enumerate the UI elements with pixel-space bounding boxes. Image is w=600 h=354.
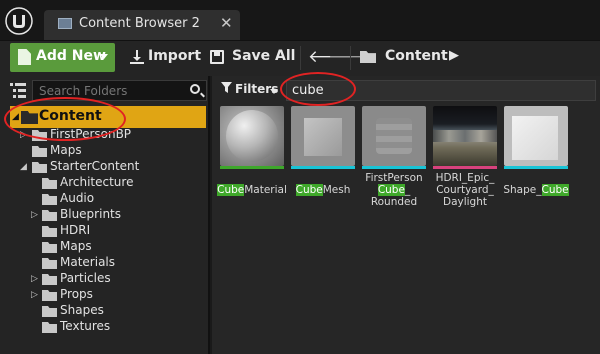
sidebar-item-maps-starter[interactable]: Maps xyxy=(60,239,92,253)
sidebar-item-blueprints[interactable]: Blueprints xyxy=(60,207,121,221)
asset-name-suffix: Mesh xyxy=(322,184,351,196)
chevron-down-icon xyxy=(100,54,108,59)
cube-preview xyxy=(304,118,342,156)
asset-name-suffix: Rounded xyxy=(370,196,418,208)
match-highlight: Cube xyxy=(295,184,323,196)
toolbar-divider xyxy=(350,46,351,70)
sidebar-item-textures[interactable]: Textures xyxy=(60,319,110,333)
breadcrumb-content[interactable]: Content xyxy=(385,48,448,64)
asset-name-line2: Courtyard_ xyxy=(436,184,494,196)
save-all-button[interactable]: Save All xyxy=(232,48,295,64)
sidebar-item-audio[interactable]: Audio xyxy=(60,191,94,205)
sidebar-item-particles[interactable]: Particles xyxy=(60,271,111,285)
cube-preview xyxy=(512,116,558,160)
rounded-cube-preview xyxy=(376,118,412,154)
asset-name-underscore: _ xyxy=(404,184,411,196)
match-highlight: Cube xyxy=(377,184,405,196)
asset-type-bar xyxy=(433,166,497,169)
sphere-preview xyxy=(226,110,278,162)
asset-thumbnail-firstpersoncube[interactable] xyxy=(362,106,426,166)
asset-name-line3: Daylight xyxy=(442,196,487,208)
expand-arrow-icon[interactable]: ▷ xyxy=(31,290,38,300)
chevron-down-icon xyxy=(270,89,278,94)
annotation-circle xyxy=(4,97,126,141)
import-button[interactable]: Import xyxy=(148,48,201,64)
asset-type-bar xyxy=(362,166,426,169)
asset-label-cubemesh[interactable]: CubeMesh xyxy=(282,184,364,196)
import-icon[interactable] xyxy=(130,50,144,64)
filter-icon[interactable] xyxy=(221,82,232,93)
save-icon[interactable] xyxy=(210,50,224,64)
annotation-circle xyxy=(280,72,356,106)
search-icon[interactable] xyxy=(190,84,200,94)
sidebar-item-startercontent[interactable]: StarterContent xyxy=(50,159,139,173)
hdri-preview xyxy=(433,130,497,142)
sidebar-item-props[interactable]: Props xyxy=(60,287,93,301)
asset-name-prefix: Shape_ xyxy=(503,184,542,196)
tab-label: Content Browser 2 xyxy=(79,16,200,31)
unreal-logo-icon xyxy=(5,7,33,35)
sidebar-item-shapes[interactable]: Shapes xyxy=(60,303,104,317)
sidebar-item-architecture[interactable]: Architecture xyxy=(60,175,133,189)
asset-name-line1: HDRI_Epic_ xyxy=(435,172,495,184)
collapse-arrow-icon[interactable]: ◢ xyxy=(20,162,27,172)
asset-thumbnail-cubematerial[interactable] xyxy=(220,106,284,166)
asset-type-bar xyxy=(504,166,568,169)
match-highlight: Cube xyxy=(541,184,569,196)
asset-name-prefix: FirstPerson xyxy=(365,172,423,184)
expand-arrow-icon[interactable]: ▷ xyxy=(31,210,38,220)
content-browser-tab-icon xyxy=(58,18,72,29)
asset-label-hdri[interactable]: HDRI_Epic_ Courtyard_ Daylight xyxy=(424,172,506,208)
sidebar-item-hdri[interactable]: HDRI xyxy=(60,223,90,237)
asset-thumbnail-hdri[interactable] xyxy=(433,106,497,166)
asset-name-suffix: Material xyxy=(244,184,287,196)
asset-label-firstpersoncube[interactable]: FirstPerson Cube_ Rounded xyxy=(353,172,435,208)
sources-toggle-icon[interactable] xyxy=(10,83,26,98)
asset-label-cubematerial[interactable]: CubeMaterial xyxy=(211,184,293,196)
match-highlight: Cube xyxy=(217,184,245,196)
expand-arrow-icon[interactable]: ▷ xyxy=(31,274,38,284)
sidebar-item-materials[interactable]: Materials xyxy=(60,255,115,269)
breadcrumb-arrow-icon[interactable]: ▶ xyxy=(449,48,459,63)
sidebar-item-maps[interactable]: Maps xyxy=(50,143,82,157)
asset-thumbnail-shapecube[interactable] xyxy=(504,106,568,166)
toolbar-divider xyxy=(300,46,301,70)
add-new-label: Add New xyxy=(36,48,106,64)
asset-thumbnail-cubemesh[interactable] xyxy=(291,106,355,166)
close-tab-icon[interactable]: ✕ xyxy=(220,14,233,32)
asset-label-shapecube[interactable]: Shape_Cube xyxy=(495,184,577,196)
asset-type-bar xyxy=(291,166,355,169)
asset-type-bar xyxy=(220,166,284,169)
